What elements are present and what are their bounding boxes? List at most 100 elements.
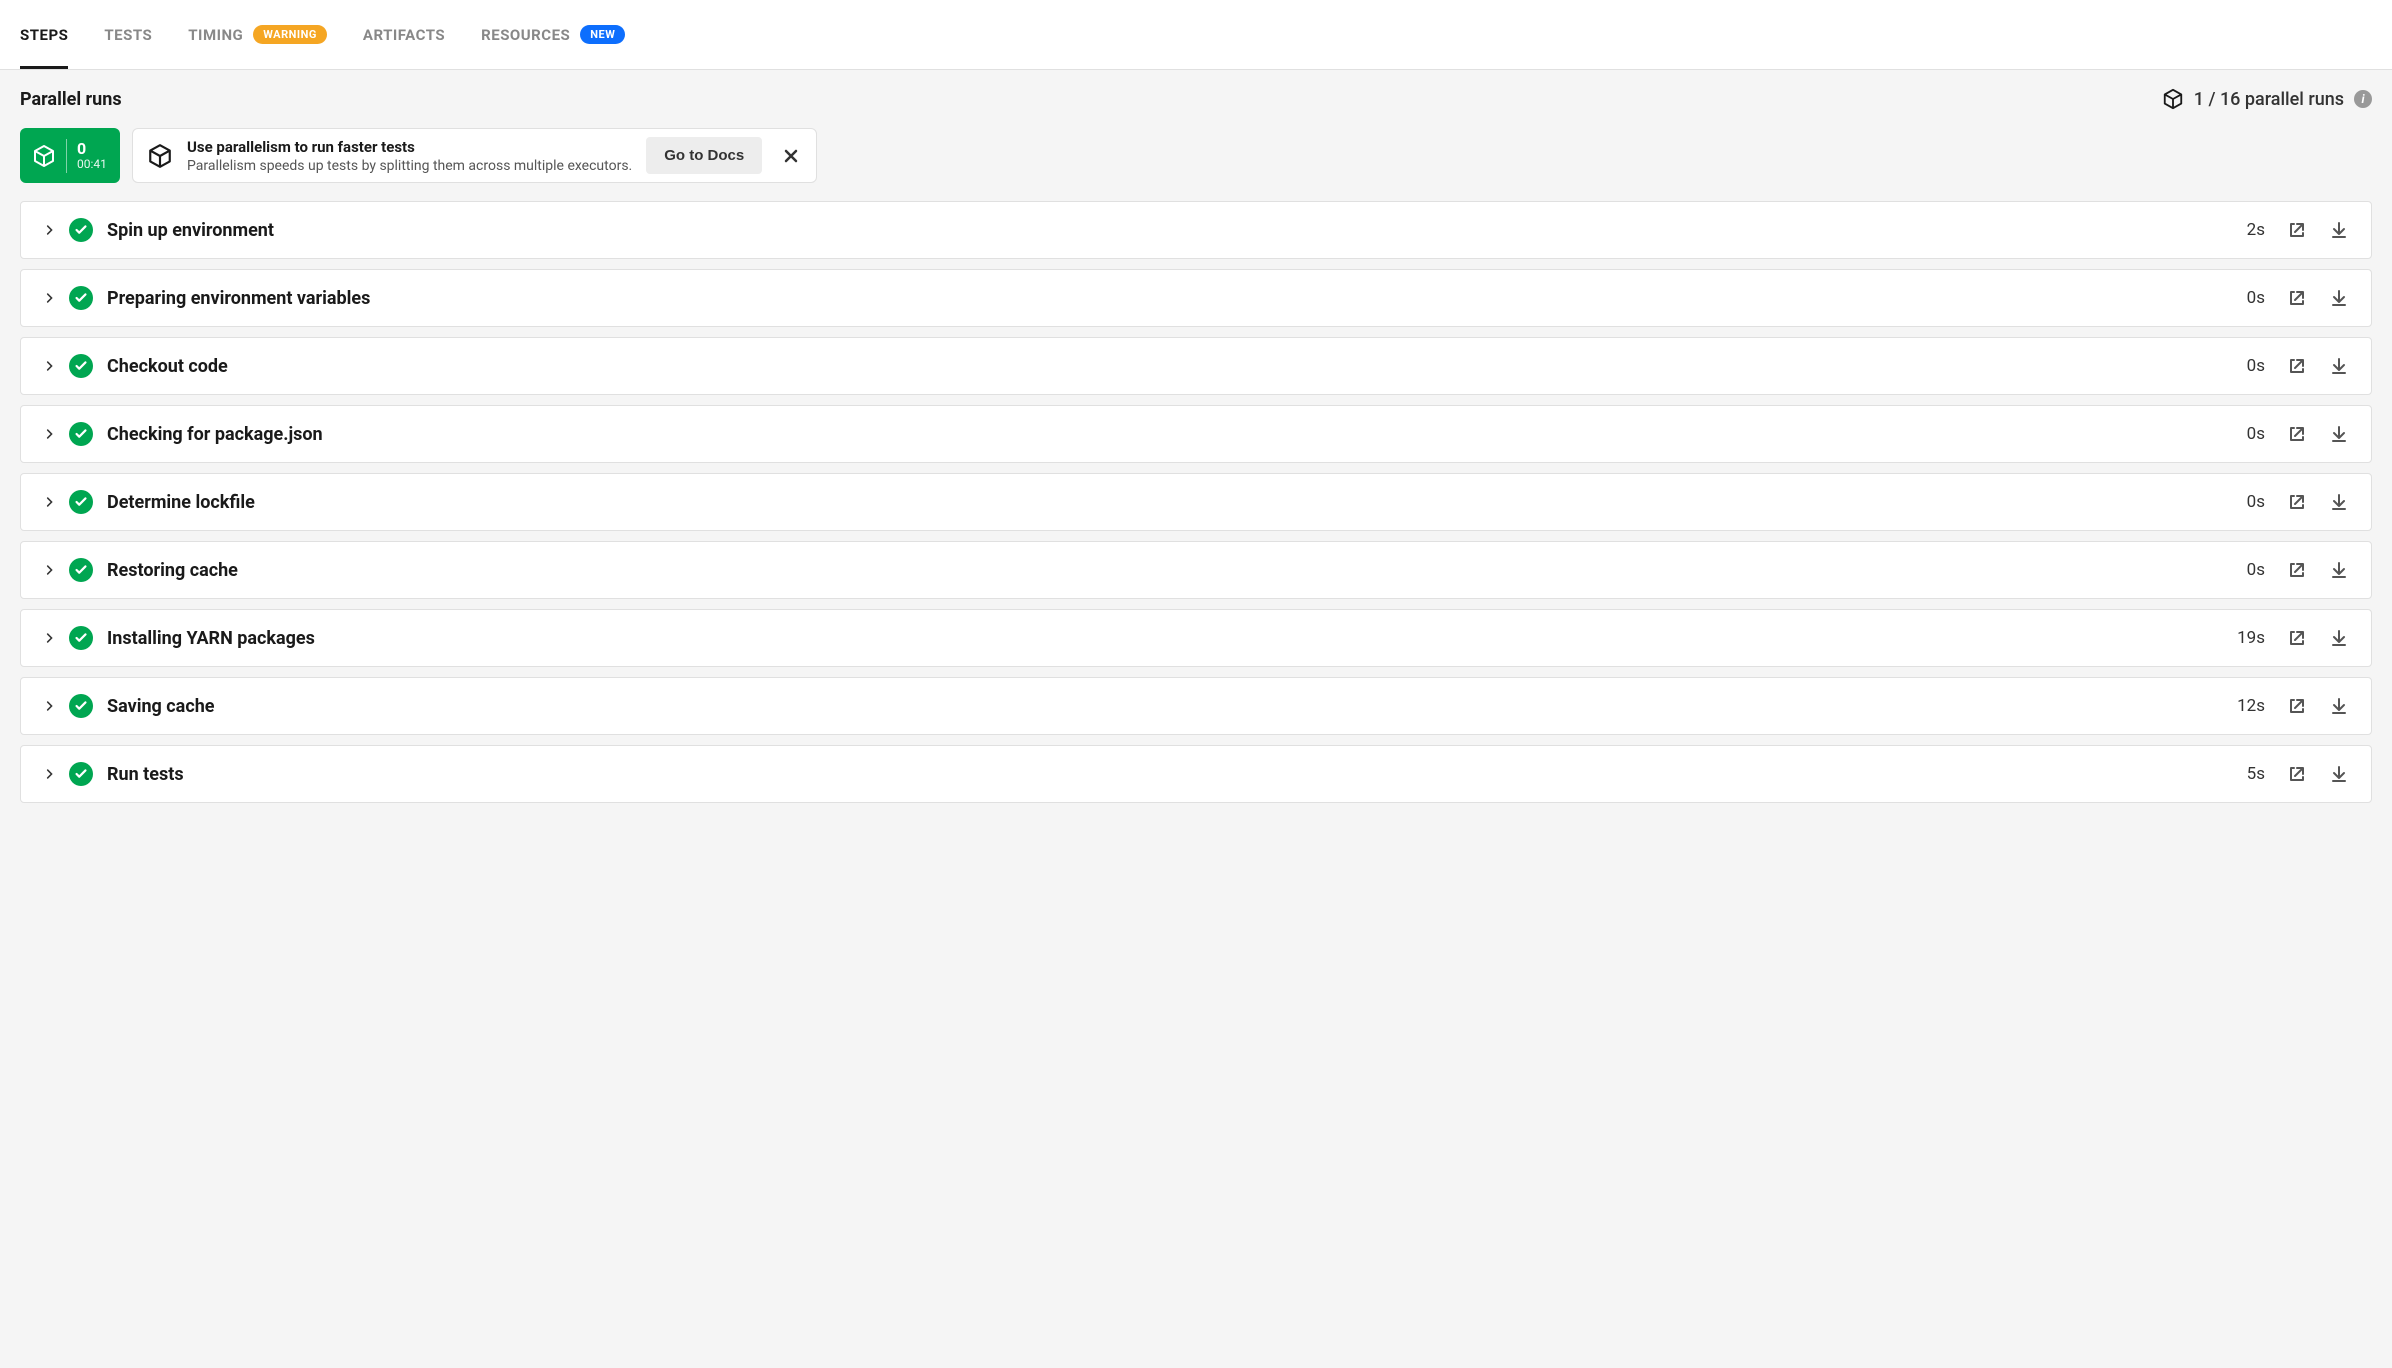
download-icon: [2329, 560, 2349, 580]
status-success-icon: [69, 694, 93, 718]
step-name: Determine lockfile: [107, 492, 2217, 513]
warning-badge: WARNING: [253, 25, 327, 44]
step-row[interactable]: Checking for package.json0s: [20, 405, 2372, 463]
download-step-button[interactable]: [2327, 490, 2351, 514]
external-link-icon: [2287, 492, 2307, 512]
tab-artifacts[interactable]: ARTIFACTS: [363, 0, 445, 69]
download-step-button[interactable]: [2327, 762, 2351, 786]
open-step-button[interactable]: [2285, 218, 2309, 242]
status-success-icon: [69, 422, 93, 446]
status-success-icon: [69, 626, 93, 650]
step-name: Restoring cache: [107, 560, 2217, 581]
expand-toggle[interactable]: [41, 563, 59, 577]
expand-toggle[interactable]: [41, 223, 59, 237]
external-link-icon: [2287, 288, 2307, 308]
download-step-button[interactable]: [2327, 626, 2351, 650]
open-step-button[interactable]: [2285, 422, 2309, 446]
external-link-icon: [2287, 356, 2307, 376]
status-success-icon: [69, 762, 93, 786]
expand-toggle[interactable]: [41, 359, 59, 373]
open-step-button[interactable]: [2285, 626, 2309, 650]
step-name: Checkout code: [107, 356, 2217, 377]
status-success-icon: [69, 490, 93, 514]
download-step-button[interactable]: [2327, 286, 2351, 310]
step-duration: 12s: [2217, 696, 2265, 716]
promo-subtitle: Parallelism speeds up tests by splitting…: [187, 158, 632, 174]
step-row[interactable]: Preparing environment variables0s: [20, 269, 2372, 327]
status-success-icon: [69, 218, 93, 242]
open-step-button[interactable]: [2285, 762, 2309, 786]
step-name: Installing YARN packages: [107, 628, 2217, 649]
step-duration: 0s: [2217, 288, 2265, 308]
step-duration: 0s: [2217, 356, 2265, 376]
step-name: Run tests: [107, 764, 2217, 785]
cube-icon: [147, 143, 173, 169]
cube-icon: [32, 144, 56, 168]
download-icon: [2329, 696, 2349, 716]
step-duration: 0s: [2217, 424, 2265, 444]
tab-steps[interactable]: STEPS: [20, 0, 68, 69]
divider: [66, 139, 67, 173]
download-step-button[interactable]: [2327, 558, 2351, 582]
step-row[interactable]: Checkout code0s: [20, 337, 2372, 395]
download-step-button[interactable]: [2327, 694, 2351, 718]
tab-label: TIMING: [188, 26, 243, 44]
go-to-docs-button[interactable]: Go to Docs: [646, 137, 762, 174]
external-link-icon: [2287, 424, 2307, 444]
step-duration: 2s: [2217, 220, 2265, 240]
download-icon: [2329, 288, 2349, 308]
step-row[interactable]: Saving cache12s: [20, 677, 2372, 735]
download-step-button[interactable]: [2327, 354, 2351, 378]
step-row[interactable]: Restoring cache0s: [20, 541, 2372, 599]
external-link-icon: [2287, 696, 2307, 716]
tab-label: STEPS: [20, 26, 68, 44]
download-icon: [2329, 764, 2349, 784]
steps-list: Spin up environment2s Preparing environme…: [20, 201, 2372, 803]
expand-toggle[interactable]: [41, 631, 59, 645]
open-step-button[interactable]: [2285, 490, 2309, 514]
parallelism-promo: Use parallelism to run faster tests Para…: [132, 128, 817, 183]
open-step-button[interactable]: [2285, 354, 2309, 378]
step-duration: 5s: [2217, 764, 2265, 784]
download-icon: [2329, 492, 2349, 512]
step-row[interactable]: Installing YARN packages19s: [20, 609, 2372, 667]
step-duration: 0s: [2217, 560, 2265, 580]
close-icon: [782, 147, 800, 165]
expand-toggle[interactable]: [41, 427, 59, 441]
run-duration: 00:41: [77, 157, 107, 171]
parallel-run-card[interactable]: 0 00:41: [20, 128, 120, 183]
external-link-icon: [2287, 628, 2307, 648]
info-icon[interactable]: i: [2354, 90, 2372, 108]
open-step-button[interactable]: [2285, 558, 2309, 582]
tab-label: TESTS: [104, 26, 152, 44]
tab-label: ARTIFACTS: [363, 26, 445, 44]
expand-toggle[interactable]: [41, 699, 59, 713]
step-row[interactable]: Run tests5s: [20, 745, 2372, 803]
step-row[interactable]: Determine lockfile0s: [20, 473, 2372, 531]
new-badge: NEW: [580, 25, 625, 44]
download-step-button[interactable]: [2327, 218, 2351, 242]
step-row[interactable]: Spin up environment2s: [20, 201, 2372, 259]
expand-toggle[interactable]: [41, 291, 59, 305]
download-step-button[interactable]: [2327, 422, 2351, 446]
runs-count-label: 1 / 16 parallel runs: [2194, 89, 2344, 110]
expand-toggle[interactable]: [41, 767, 59, 781]
tab-timing[interactable]: TIMING WARNING: [188, 0, 327, 69]
promo-title: Use parallelism to run faster tests: [187, 138, 632, 156]
close-promo-button[interactable]: [776, 141, 806, 171]
tab-label: RESOURCES: [481, 26, 570, 44]
download-icon: [2329, 220, 2349, 240]
step-duration: 0s: [2217, 492, 2265, 512]
step-duration: 19s: [2217, 628, 2265, 648]
step-name: Spin up environment: [107, 220, 2217, 241]
open-step-button[interactable]: [2285, 286, 2309, 310]
download-icon: [2329, 424, 2349, 444]
download-icon: [2329, 628, 2349, 648]
expand-toggle[interactable]: [41, 495, 59, 509]
step-name: Preparing environment variables: [107, 288, 2217, 309]
tab-bar: STEPS TESTS TIMING WARNING ARTIFACTS RES…: [0, 0, 2392, 70]
cube-icon: [2162, 88, 2184, 110]
open-step-button[interactable]: [2285, 694, 2309, 718]
tab-resources[interactable]: RESOURCES NEW: [481, 0, 625, 69]
tab-tests[interactable]: TESTS: [104, 0, 152, 69]
